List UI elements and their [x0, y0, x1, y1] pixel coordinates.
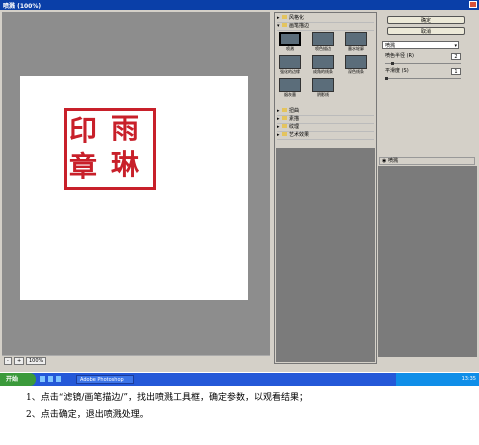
effect-layer-row[interactable]: ◉ 喷溅	[379, 157, 475, 165]
zoom-select[interactable]: 100%	[26, 357, 47, 365]
filter-thumb-crosshatch[interactable]	[312, 78, 334, 92]
seal-char: 印	[69, 114, 98, 147]
seal-char: 章	[69, 150, 98, 183]
category-texture[interactable]: ▸ 纹理	[277, 124, 374, 132]
instruction-line: 2、点击确定，退出喷溅处理。	[26, 410, 149, 420]
quicklaunch-icon[interactable]	[48, 376, 53, 382]
category-stylize[interactable]: ▸ 风格化	[277, 15, 374, 23]
start-button[interactable]: 开始	[0, 373, 36, 386]
preview-statusbar: - + 100%	[2, 355, 270, 365]
zoom-in-button[interactable]: +	[14, 357, 25, 365]
seal-char: 琳	[111, 148, 140, 181]
effect-layers-area	[378, 166, 477, 357]
quicklaunch-icon[interactable]	[56, 376, 61, 382]
category-brush-strokes[interactable]: ▾ 画笔描边	[277, 23, 374, 31]
instruction-line: 1、点击“滤镜/画笔描边/”，找出喷溅工具框，确定参数，以观看结果；	[26, 393, 308, 403]
filter-thumb-sumi-e[interactable]	[279, 78, 301, 92]
folder-icon	[282, 15, 287, 19]
close-icon[interactable]	[469, 1, 477, 8]
category-artistic[interactable]: ▸ 艺术效果	[277, 132, 374, 140]
filter-thumb-ink-outlines[interactable]	[345, 32, 367, 46]
clock: 13:35	[461, 376, 476, 382]
filter-thumb-dark-strokes[interactable]	[345, 55, 367, 69]
quicklaunch-icon[interactable]	[40, 376, 45, 382]
zoom-out-button[interactable]: -	[4, 357, 12, 365]
filter-thumb-label: 烟灰墨	[284, 92, 296, 97]
folder-icon	[282, 116, 287, 120]
filter-thumb-label: 强化的边缘	[280, 69, 300, 74]
chevron-down-icon: ▾	[454, 43, 457, 49]
title-bar: 喷溅 (100%)	[0, 0, 479, 10]
category-sketch[interactable]: ▸ 素描	[277, 116, 374, 124]
smoothness-slider[interactable]	[385, 78, 461, 79]
filter-thumb-label: 墨水轮廓	[348, 46, 364, 51]
red-seal-image: 印 雨 章 琳	[64, 108, 156, 190]
filter-thumb-angled-strokes[interactable]	[312, 55, 334, 69]
folder-icon	[282, 108, 287, 112]
spray-radius-label: 喷色半径 (R)	[385, 53, 414, 59]
gallery-empty-area	[276, 148, 375, 362]
filter-select[interactable]: 喷溅 ▾	[382, 41, 459, 49]
spray-radius-input[interactable]: 2	[451, 53, 461, 60]
spray-radius-slider[interactable]	[385, 63, 461, 64]
filter-thumb-sprayed-strokes[interactable]	[312, 32, 334, 46]
cancel-button[interactable]: 取消	[387, 27, 465, 35]
spray-radius-slider-knob[interactable]	[390, 62, 394, 65]
smoothness-slider-knob[interactable]	[385, 77, 388, 80]
ok-button[interactable]: 确定	[387, 16, 465, 24]
filter-thumb-label: 喷色描边	[315, 46, 331, 51]
eye-icon[interactable]: ◉	[382, 158, 386, 164]
folder-icon	[282, 124, 287, 128]
filter-thumb-label: 喷溅	[286, 46, 294, 51]
filter-thumb-accented-edges[interactable]	[279, 55, 301, 69]
filter-thumb-label: 深色线条	[348, 69, 364, 74]
system-tray: 13:35	[396, 373, 479, 386]
filter-thumb-spatter[interactable]	[279, 32, 301, 46]
filter-thumb-label: 成角的线条	[313, 69, 333, 74]
filter-thumb-label: 阴影线	[317, 92, 329, 97]
taskbar-photoshop-button[interactable]: Adobe Photoshop	[76, 375, 134, 384]
seal-char: 雨	[111, 112, 140, 145]
category-distort[interactable]: ▸ 扭曲	[277, 108, 374, 116]
folder-icon	[282, 132, 287, 136]
smoothness-input[interactable]: 1	[451, 68, 461, 75]
window-title: 喷溅 (100%)	[3, 3, 42, 10]
folder-icon	[282, 23, 287, 27]
smoothness-label: 平滑度 (S)	[385, 68, 409, 74]
